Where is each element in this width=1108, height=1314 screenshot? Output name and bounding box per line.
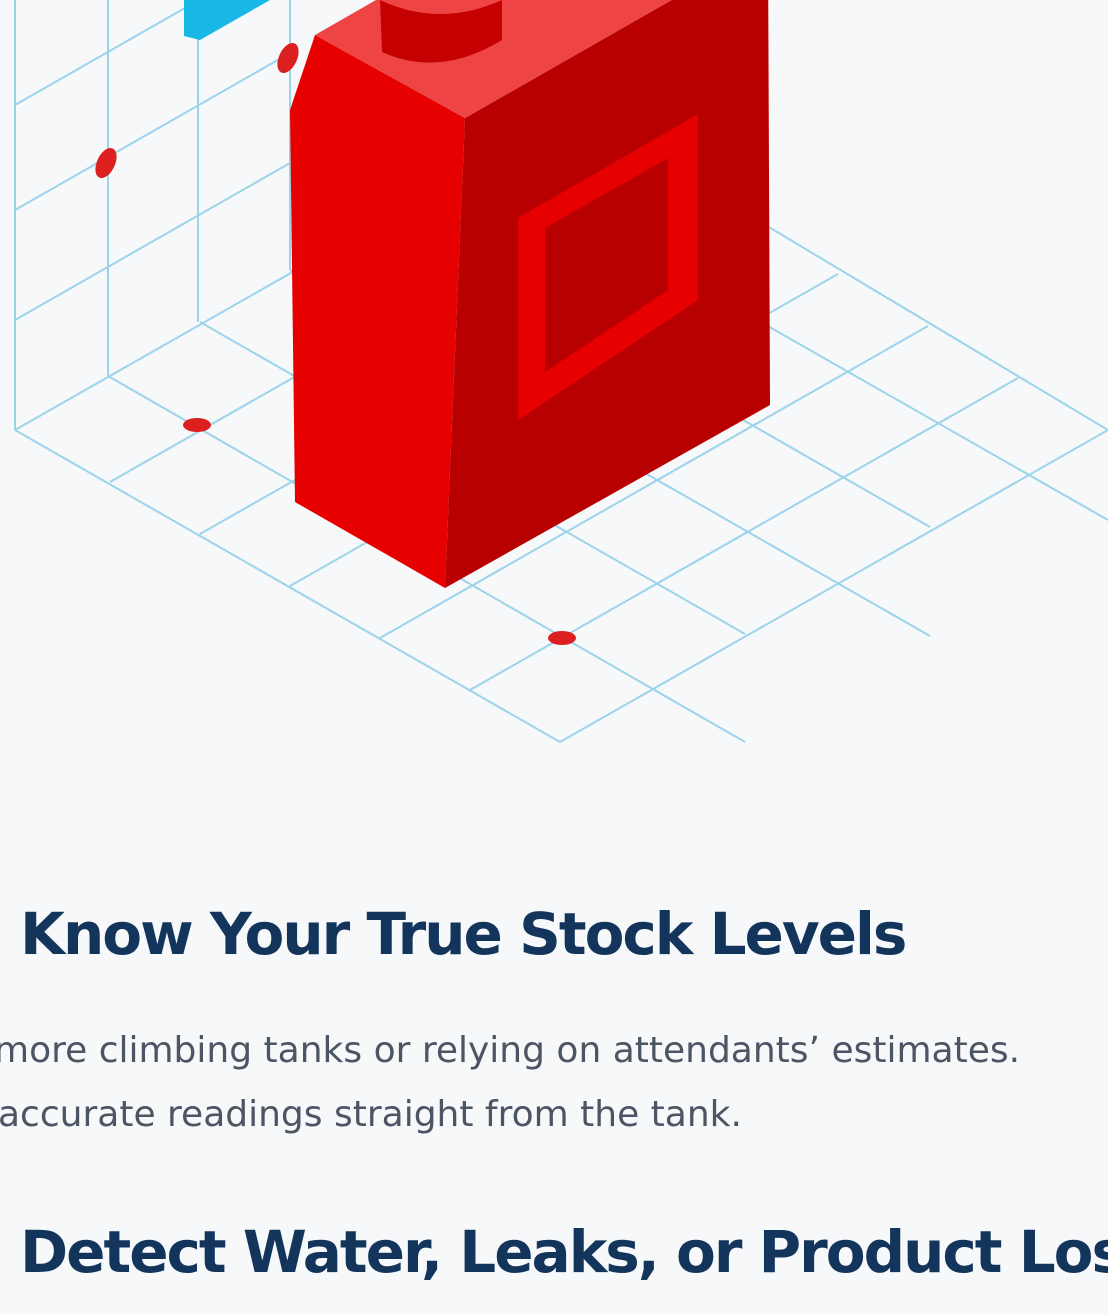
section-title-stock-levels: Know Your True Stock Levels <box>20 900 907 968</box>
blue-accent-shape <box>184 0 270 40</box>
fuel-jerry-can-icon <box>290 0 770 588</box>
section-title-detect-loss: Detect Water, Leaks, or Product Loss <box>20 1218 1108 1286</box>
section-body-line-1: more climbing tanks or relying on attend… <box>0 1030 1021 1071</box>
fuel-jerry-can-illustration <box>14 0 1108 743</box>
page: Know Your True Stock Levels more climbin… <box>0 0 1108 1314</box>
section-body-line-2: accurate readings straight from the tank… <box>0 1094 742 1135</box>
